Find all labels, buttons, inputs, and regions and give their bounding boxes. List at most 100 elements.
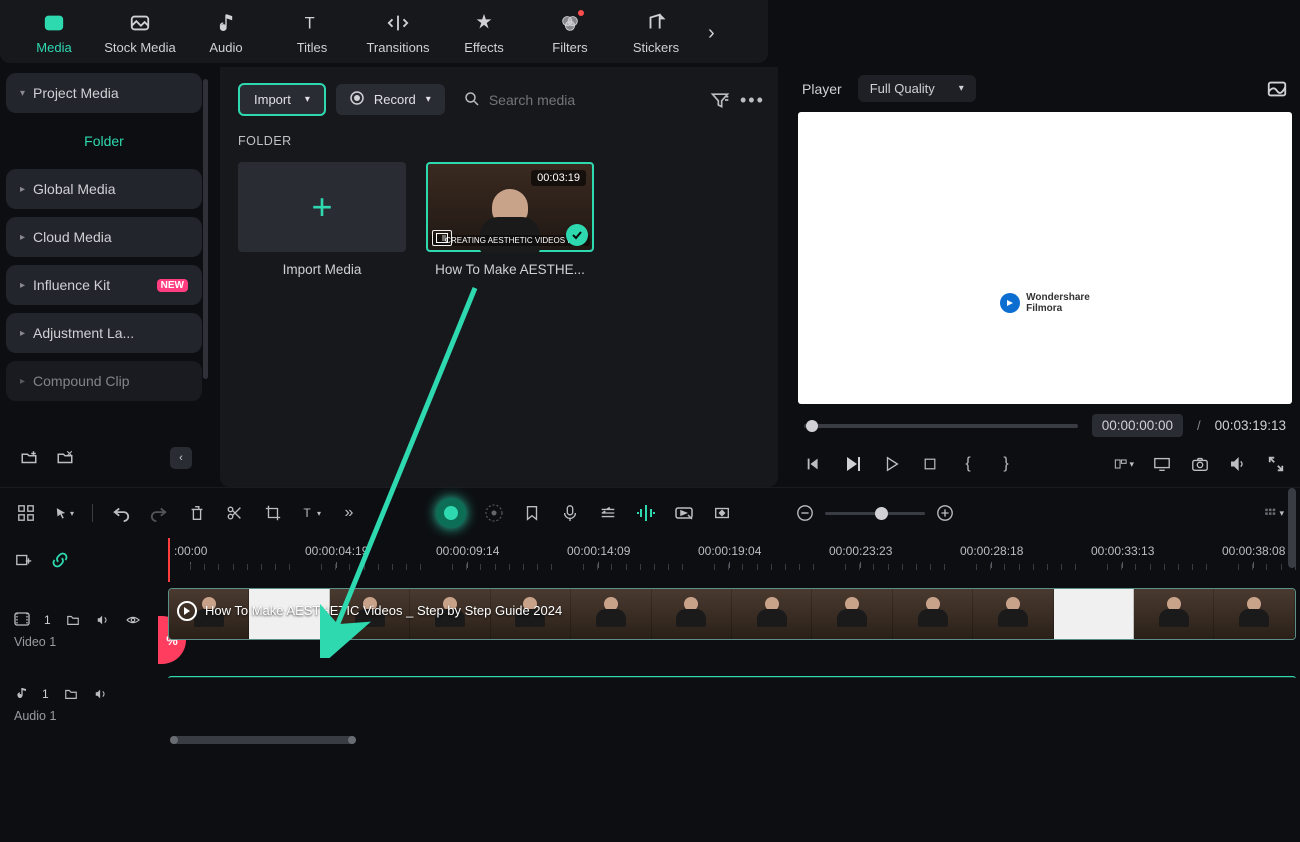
tab-label: Media bbox=[36, 40, 71, 55]
tab-effects[interactable]: Effects bbox=[442, 8, 526, 59]
watermark: WondershareFilmora bbox=[1000, 292, 1090, 314]
keyframe-button[interactable] bbox=[712, 503, 732, 523]
sidebar: ▾ Project Media Folder ▸Global Media ▸Cl… bbox=[0, 67, 208, 487]
watermark-brand: Wondershare bbox=[1026, 292, 1090, 303]
timeline-horizontal-scrollbar[interactable] bbox=[168, 732, 1300, 742]
link-button[interactable] bbox=[50, 550, 70, 570]
mark-in-button[interactable]: { bbox=[958, 454, 978, 474]
undo-button[interactable] bbox=[111, 503, 131, 523]
tabs-more-button[interactable]: › bbox=[708, 22, 715, 45]
sidebar-folder-link[interactable]: Folder bbox=[6, 121, 202, 161]
zoom-track[interactable] bbox=[825, 512, 925, 515]
delete-folder-button[interactable] bbox=[52, 445, 78, 471]
record-button[interactable]: Record ▾ bbox=[336, 84, 445, 115]
ai-assistant-button[interactable] bbox=[436, 498, 466, 528]
media-icon bbox=[43, 12, 65, 34]
play-next-button[interactable] bbox=[842, 453, 864, 475]
snapshot-button[interactable] bbox=[1190, 454, 1210, 474]
media-panel: Import ▾ Record ▾ ••• FOLDER + bbox=[220, 67, 778, 487]
layout-grid-button[interactable] bbox=[16, 503, 36, 523]
add-track-button[interactable] bbox=[14, 550, 34, 570]
volume-button[interactable] bbox=[1228, 454, 1248, 474]
track-mute-button[interactable] bbox=[93, 686, 109, 702]
crop-button[interactable] bbox=[263, 503, 283, 523]
audio-mixer-button[interactable] bbox=[598, 503, 618, 523]
player-panel: Player Full Quality ▾ WondershareFilmora… bbox=[790, 67, 1300, 487]
import-media-tile[interactable]: + Import Media bbox=[238, 162, 406, 277]
import-thumb[interactable]: + bbox=[238, 162, 406, 252]
chevron-left-icon: ‹ bbox=[179, 452, 183, 464]
new-folder-button[interactable] bbox=[16, 445, 42, 471]
filter-icon[interactable] bbox=[710, 90, 730, 110]
more-icon[interactable]: ••• bbox=[740, 90, 760, 110]
more-tools-button[interactable]: » bbox=[339, 503, 359, 523]
track-folder-button[interactable] bbox=[63, 686, 79, 702]
video-track-index: 1 bbox=[44, 613, 51, 627]
tab-label: Audio bbox=[209, 40, 242, 55]
tab-media[interactable]: Media bbox=[12, 8, 96, 59]
layout-button[interactable]: ▾ bbox=[1114, 454, 1134, 474]
sidebar-adjustment-layer[interactable]: ▸Adjustment La... bbox=[6, 313, 202, 353]
display-button[interactable] bbox=[1152, 454, 1172, 474]
filters-icon bbox=[559, 12, 581, 34]
track-folder-button[interactable] bbox=[65, 612, 81, 628]
selection-tool-button[interactable]: ▾ bbox=[54, 503, 74, 523]
tab-stickers[interactable]: Stickers bbox=[614, 8, 698, 59]
sidebar-influence-kit[interactable]: ▸Influence KitNEW bbox=[6, 265, 202, 305]
scope-icon[interactable] bbox=[1266, 78, 1288, 100]
import-button[interactable]: Import ▾ bbox=[238, 83, 326, 116]
player-viewport[interactable]: WondershareFilmora bbox=[798, 112, 1292, 404]
sidebar-project-media[interactable]: ▾ Project Media bbox=[6, 73, 202, 113]
tab-transitions[interactable]: Transitions bbox=[356, 8, 440, 59]
search-field[interactable] bbox=[455, 90, 700, 110]
media-clip-tile[interactable]: CREATING AESTHETIC VIDEOS IS 00:03:19 Ho… bbox=[426, 162, 594, 277]
play-button[interactable] bbox=[882, 454, 902, 474]
audio-track-content[interactable] bbox=[168, 678, 1300, 732]
sidebar-scrollbar[interactable] bbox=[203, 79, 208, 379]
tab-filters[interactable]: Filters bbox=[528, 8, 612, 59]
stock-media-icon bbox=[129, 12, 151, 34]
track-visibility-button[interactable] bbox=[125, 612, 141, 628]
text-button[interactable]: T▾ bbox=[301, 503, 321, 523]
ai-effect-button[interactable] bbox=[484, 503, 504, 523]
redo-button[interactable] bbox=[149, 503, 169, 523]
search-input[interactable] bbox=[489, 92, 692, 108]
chevron-right-icon: ▸ bbox=[20, 328, 25, 339]
sidebar-collapse-button[interactable]: ‹ bbox=[170, 447, 192, 469]
clip-thumb[interactable]: CREATING AESTHETIC VIDEOS IS 00:03:19 bbox=[426, 162, 594, 252]
stop-button[interactable] bbox=[920, 454, 940, 474]
zoom-out-button[interactable] bbox=[795, 503, 815, 523]
split-button[interactable] bbox=[225, 503, 245, 523]
track-mute-button[interactable] bbox=[95, 612, 111, 628]
effects-icon bbox=[473, 12, 495, 34]
tab-titles[interactable]: T Titles bbox=[270, 8, 354, 59]
voiceover-button[interactable] bbox=[560, 503, 580, 523]
prev-frame-button[interactable] bbox=[804, 454, 824, 474]
timeline-tracks: 1 Video 1 % How To Make AESTHETIC Videos… bbox=[0, 582, 1300, 732]
fullscreen-button[interactable] bbox=[1266, 454, 1286, 474]
timeline-ruler[interactable]: :00:0000:00:04:1900:00:09:1400:00:14:090… bbox=[168, 538, 1300, 582]
filters-new-badge bbox=[578, 10, 584, 16]
auto-ripple-button[interactable] bbox=[636, 503, 656, 523]
video-clip[interactable]: How To Make AESTHETIC Videos _ Step by S… bbox=[168, 588, 1296, 640]
timeline-vertical-scrollbar[interactable] bbox=[1288, 488, 1298, 718]
track-view-button[interactable]: ▾ bbox=[1264, 503, 1284, 523]
render-button[interactable] bbox=[674, 503, 694, 523]
delete-button[interactable] bbox=[187, 503, 207, 523]
sidebar-compound-clip[interactable]: ▸Compound Clip bbox=[6, 361, 202, 401]
mark-out-button[interactable]: } bbox=[996, 454, 1016, 474]
svg-text:T: T bbox=[305, 15, 315, 33]
tab-audio[interactable]: Audio bbox=[184, 8, 268, 59]
sidebar-cloud-media[interactable]: ▸Cloud Media bbox=[6, 217, 202, 257]
video-track-content[interactable]: % How To Make AESTHETIC Videos _ Step by… bbox=[168, 582, 1300, 678]
progress-handle[interactable] bbox=[806, 420, 818, 432]
zoom-in-button[interactable] bbox=[935, 503, 955, 523]
sidebar-global-media[interactable]: ▸Global Media bbox=[6, 169, 202, 209]
zoom-handle[interactable] bbox=[875, 507, 888, 520]
time-current: 00:00:00:00 bbox=[1092, 414, 1183, 437]
progress-slider[interactable] bbox=[804, 424, 1078, 428]
tab-stock-media[interactable]: Stock Media bbox=[98, 8, 182, 59]
quality-dropdown[interactable]: Full Quality ▾ bbox=[858, 75, 976, 102]
marker-button[interactable] bbox=[522, 503, 542, 523]
separator bbox=[92, 504, 93, 522]
